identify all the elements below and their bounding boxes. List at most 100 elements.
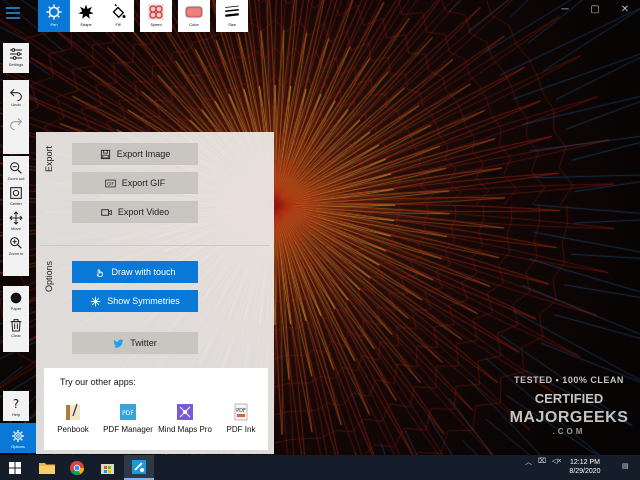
- color-swatch-icon: [185, 6, 203, 18]
- gear-icon: [12, 430, 24, 442]
- app-mind-maps-pro[interactable]: Mind Maps Pro: [156, 402, 214, 434]
- options-button[interactable]: Options: [0, 423, 36, 453]
- folder-icon: [39, 463, 55, 474]
- size-tool-label: Size: [228, 22, 236, 27]
- fill-tool-label: Fill: [115, 22, 121, 27]
- line-size-icon: [225, 5, 239, 17]
- section-divider: [40, 245, 270, 246]
- help-button[interactable]: ? Help: [3, 391, 29, 421]
- export-gif-label: Export GIF: [121, 178, 166, 188]
- taskbar-clock[interactable]: 12:12 PM 8/29/2020: [558, 458, 612, 476]
- taskbar-chrome[interactable]: [62, 455, 92, 480]
- gif-icon: GIF: [105, 179, 116, 187]
- watermark: TESTED • 100% CLEAN CERTIFIED MAJORGEEKS…: [500, 375, 638, 436]
- redo-button[interactable]: [8, 115, 24, 136]
- start-button[interactable]: [0, 455, 30, 480]
- menu-button[interactable]: [3, 3, 23, 23]
- zoom-in-button[interactable]: Zoom in: [8, 235, 24, 256]
- watermark-line1: TESTED • 100% CLEAN: [514, 375, 624, 385]
- twitter-label: Twitter: [130, 338, 157, 348]
- paper-clear-group: Paper Clear: [3, 286, 29, 352]
- close-button[interactable]: ✕: [610, 0, 640, 18]
- taskbar: ︿ ⌧ ◁× 12:12 PM 8/29/2020 ▤: [0, 455, 640, 480]
- pen-tool-label: Pen: [50, 22, 58, 27]
- settings-button[interactable]: Settings: [3, 43, 29, 73]
- options-panel: Export Export Image GIF Export GIF Expor…: [36, 132, 274, 454]
- zoom-out-label: Zoom out: [7, 176, 25, 181]
- undo-redo-group: Undo: [3, 80, 29, 154]
- draw-with-touch-label: Draw with touch: [111, 267, 176, 277]
- view-group: Zoom out Center Move Zoom in: [3, 156, 29, 276]
- sliders-icon: [10, 48, 22, 60]
- export-video-button[interactable]: Export Video: [72, 201, 198, 223]
- pen-tool[interactable]: Pen: [38, 0, 70, 32]
- notifications-icon[interactable]: ▤: [622, 462, 629, 470]
- svg-text:GIF: GIF: [107, 181, 114, 186]
- taskbar-active-app[interactable]: [124, 455, 154, 480]
- app-pdf-ink-label: PDF Ink: [226, 425, 256, 434]
- options-section-title: Options: [44, 260, 54, 292]
- fill-tool[interactable]: Fill: [102, 0, 134, 32]
- minimize-icon: ─: [561, 3, 569, 15]
- tool-group-secondary: Symm Color Size: [140, 0, 248, 32]
- svg-text:PDF: PDF: [122, 410, 134, 417]
- gear-brush-icon: [46, 4, 62, 20]
- undo-label: Undo: [11, 102, 21, 107]
- show-symmetries-toggle[interactable]: Show Symmetries: [72, 290, 198, 312]
- clear-label: Clear: [11, 333, 21, 338]
- shape-tool-label: Shape: [80, 22, 92, 27]
- paint-bucket-icon: [112, 4, 126, 19]
- zoom-in-icon: [10, 237, 22, 249]
- zoom-in-label: Zoom in: [8, 251, 24, 256]
- maximize-icon: ▢: [590, 3, 600, 15]
- save-icon: [100, 149, 110, 159]
- twitter-button[interactable]: Twitter: [72, 332, 198, 354]
- settings-label: Settings: [8, 62, 24, 67]
- windows-logo-icon: [9, 461, 21, 474]
- other-apps-box: Try our other apps: Penbook PDF PDF Mana…: [44, 368, 268, 450]
- tray-chevron-icon[interactable]: ︿: [525, 457, 532, 467]
- taskbar-store[interactable]: [92, 455, 122, 480]
- taskbar-file-explorer[interactable]: [32, 455, 62, 480]
- export-image-button[interactable]: Export Image: [72, 143, 198, 165]
- paper-button[interactable]: Paper: [8, 290, 24, 311]
- shape-tool[interactable]: Shape: [70, 0, 102, 32]
- symmetry-icon: [148, 4, 164, 20]
- undo-button[interactable]: Undo: [8, 86, 24, 107]
- mind-maps-icon: [177, 404, 193, 420]
- tool-group-primary: Pen Shape Fill: [38, 0, 134, 32]
- color-tool-label: Color: [189, 22, 199, 27]
- options-label: Options: [11, 444, 25, 449]
- window-controls: ─ ▢ ✕: [550, 0, 640, 18]
- maximize-button[interactable]: ▢: [580, 0, 610, 18]
- symmetry-app-icon: [132, 459, 146, 474]
- move-button[interactable]: Move: [8, 210, 24, 231]
- zoom-out-button[interactable]: Zoom out: [7, 160, 25, 181]
- minimize-button[interactable]: ─: [550, 0, 580, 18]
- app-penbook-label: Penbook: [57, 425, 89, 434]
- star-shape-icon: [78, 4, 94, 19]
- export-image-label: Export Image: [116, 149, 171, 159]
- redo-icon: [10, 117, 23, 131]
- undo-icon: [9, 88, 22, 102]
- watermark-line4: .COM: [552, 427, 586, 436]
- clear-button[interactable]: Clear: [8, 317, 24, 338]
- video-camera-icon: [101, 208, 112, 216]
- app-pdf-ink[interactable]: PDF PDF Ink: [212, 402, 270, 434]
- tray-network-icon[interactable]: ⌧: [538, 457, 546, 465]
- touch-hand-icon: [96, 268, 104, 277]
- size-tool[interactable]: Size: [216, 0, 248, 32]
- chrome-icon: [70, 460, 85, 475]
- move-icon: [9, 211, 23, 225]
- center-button[interactable]: Center: [8, 185, 24, 206]
- app-penbook[interactable]: Penbook: [44, 402, 102, 434]
- watermark-line2: CERTIFIED: [534, 391, 604, 406]
- svg-text:?: ?: [13, 397, 19, 411]
- color-tool[interactable]: Color: [178, 0, 210, 32]
- app-pdf-manager[interactable]: PDF PDF Manager: [99, 402, 157, 434]
- draw-with-touch-toggle[interactable]: Draw with touch: [72, 261, 198, 283]
- help-icon: ?: [13, 397, 19, 411]
- app-mind-maps-pro-label: Mind Maps Pro: [158, 425, 212, 434]
- symmetry-tool[interactable]: Symm: [140, 0, 172, 32]
- export-gif-button[interactable]: GIF Export GIF: [72, 172, 198, 194]
